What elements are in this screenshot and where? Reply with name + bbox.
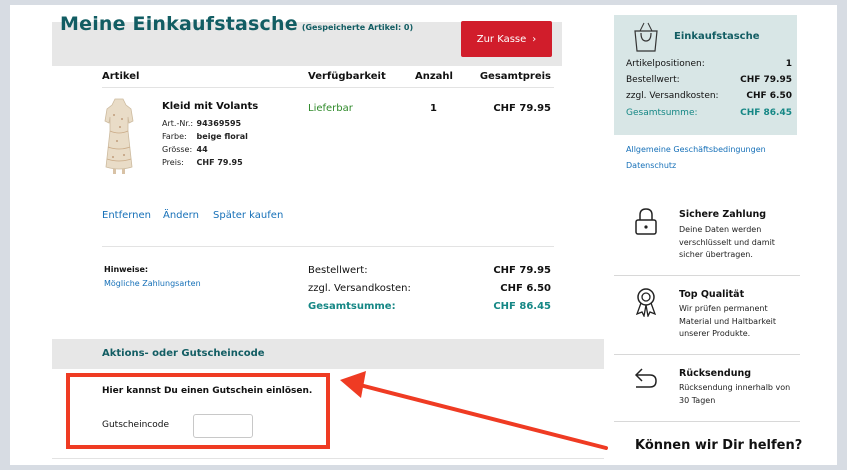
order-value: CHF 79.95 [493, 265, 551, 276]
divider [614, 421, 800, 422]
saved-items-count: (Gespeicherte Artikel: 0) [301, 23, 414, 32]
sidebar-title: Einkaufstasche [674, 31, 760, 42]
hints-label: Hinweise: [104, 265, 149, 274]
help-heading[interactable]: Können wir Dir helfen? [635, 438, 802, 453]
save-for-later-link[interactable]: Später kaufen [213, 210, 283, 221]
divider [102, 87, 554, 88]
chevron-right-icon: › [532, 33, 537, 45]
product-image[interactable] [102, 97, 136, 175]
line-total: CHF 79.95 [493, 103, 551, 114]
voucher-instructions: Hier kannst Du einen Gutschein einlösen. [102, 386, 313, 396]
feature-title-returns: Rücksendung [679, 368, 752, 379]
quantity-value: 1 [430, 103, 437, 114]
lock-icon [635, 208, 657, 235]
column-header-quantity: Anzahl [415, 71, 453, 82]
divider [614, 275, 800, 276]
spec-price: Preis: CHF 79.95 [162, 158, 243, 167]
voucher-code-input[interactable] [193, 414, 253, 438]
feature-text-returns: Rücksendung innerhalb von 30 Tagen [679, 383, 791, 405]
shipping-value: CHF 6.50 [500, 283, 551, 294]
feature-title-secure-payment: Sichere Zahlung [679, 209, 767, 220]
column-header-article: Artikel [102, 71, 140, 82]
payment-methods-link[interactable]: Mögliche Zahlungsarten [104, 279, 201, 288]
voucher-title: Aktions- oder Gutscheincode [102, 348, 265, 359]
terms-link[interactable]: Allgemeine Geschäftsbedingungen [626, 145, 766, 154]
sidebar-row-positions: Artikelpositionen: 1 [626, 59, 792, 69]
spec-article-number: Art.-Nr.: 94369595 [162, 119, 242, 128]
return-arrow-icon [634, 368, 657, 388]
checkout-button[interactable]: Zur Kasse › [461, 21, 552, 57]
cart-page: Meine Einkaufstasche (Gespeicherte Artike… [10, 5, 837, 465]
shipping-label: zzgl. Versandkosten: [308, 283, 411, 294]
award-icon [635, 288, 657, 317]
feature-text-secure-payment: Deine Daten werden verschlüsselt und dam… [679, 225, 775, 259]
remove-link[interactable]: Entfernen [102, 210, 151, 221]
spec-color: Farbe: beige floral [162, 132, 248, 141]
product-name[interactable]: Kleid mit Volants [162, 101, 258, 112]
feature-title-quality: Top Qualität [679, 289, 745, 300]
voucher-label: Gutscheincode [102, 420, 169, 430]
column-header-availability: Verfügbarkeit [308, 71, 386, 82]
sidebar-row-total: Gesamtsumme: CHF 86.45 [626, 108, 792, 118]
grand-total-label: Gesamtsumme: [308, 301, 396, 312]
page-title: Meine Einkaufstasche (Gespeicherte Artike… [60, 13, 414, 35]
divider [102, 246, 554, 247]
grand-total-value: CHF 86.45 [493, 301, 551, 312]
privacy-link[interactable]: Datenschutz [626, 161, 676, 170]
order-value-label: Bestellwert: [308, 265, 368, 276]
feature-text-quality: Wir prüfen permanent Material und Haltba… [679, 304, 776, 338]
spec-size: Grösse: 44 [162, 145, 208, 154]
edit-link[interactable]: Ändern [163, 210, 199, 221]
divider [614, 354, 800, 355]
availability-status: Lieferbar [308, 103, 353, 114]
checkout-label: Zur Kasse [476, 33, 527, 45]
sidebar-row-shipping: zzgl. Versandkosten: CHF 6.50 [626, 91, 792, 101]
shopping-bag-icon [634, 22, 658, 52]
divider [52, 458, 604, 459]
sidebar-row-order-value: Bestellwert: CHF 79.95 [626, 75, 792, 85]
column-header-total: Gesamtpreis [479, 71, 551, 82]
